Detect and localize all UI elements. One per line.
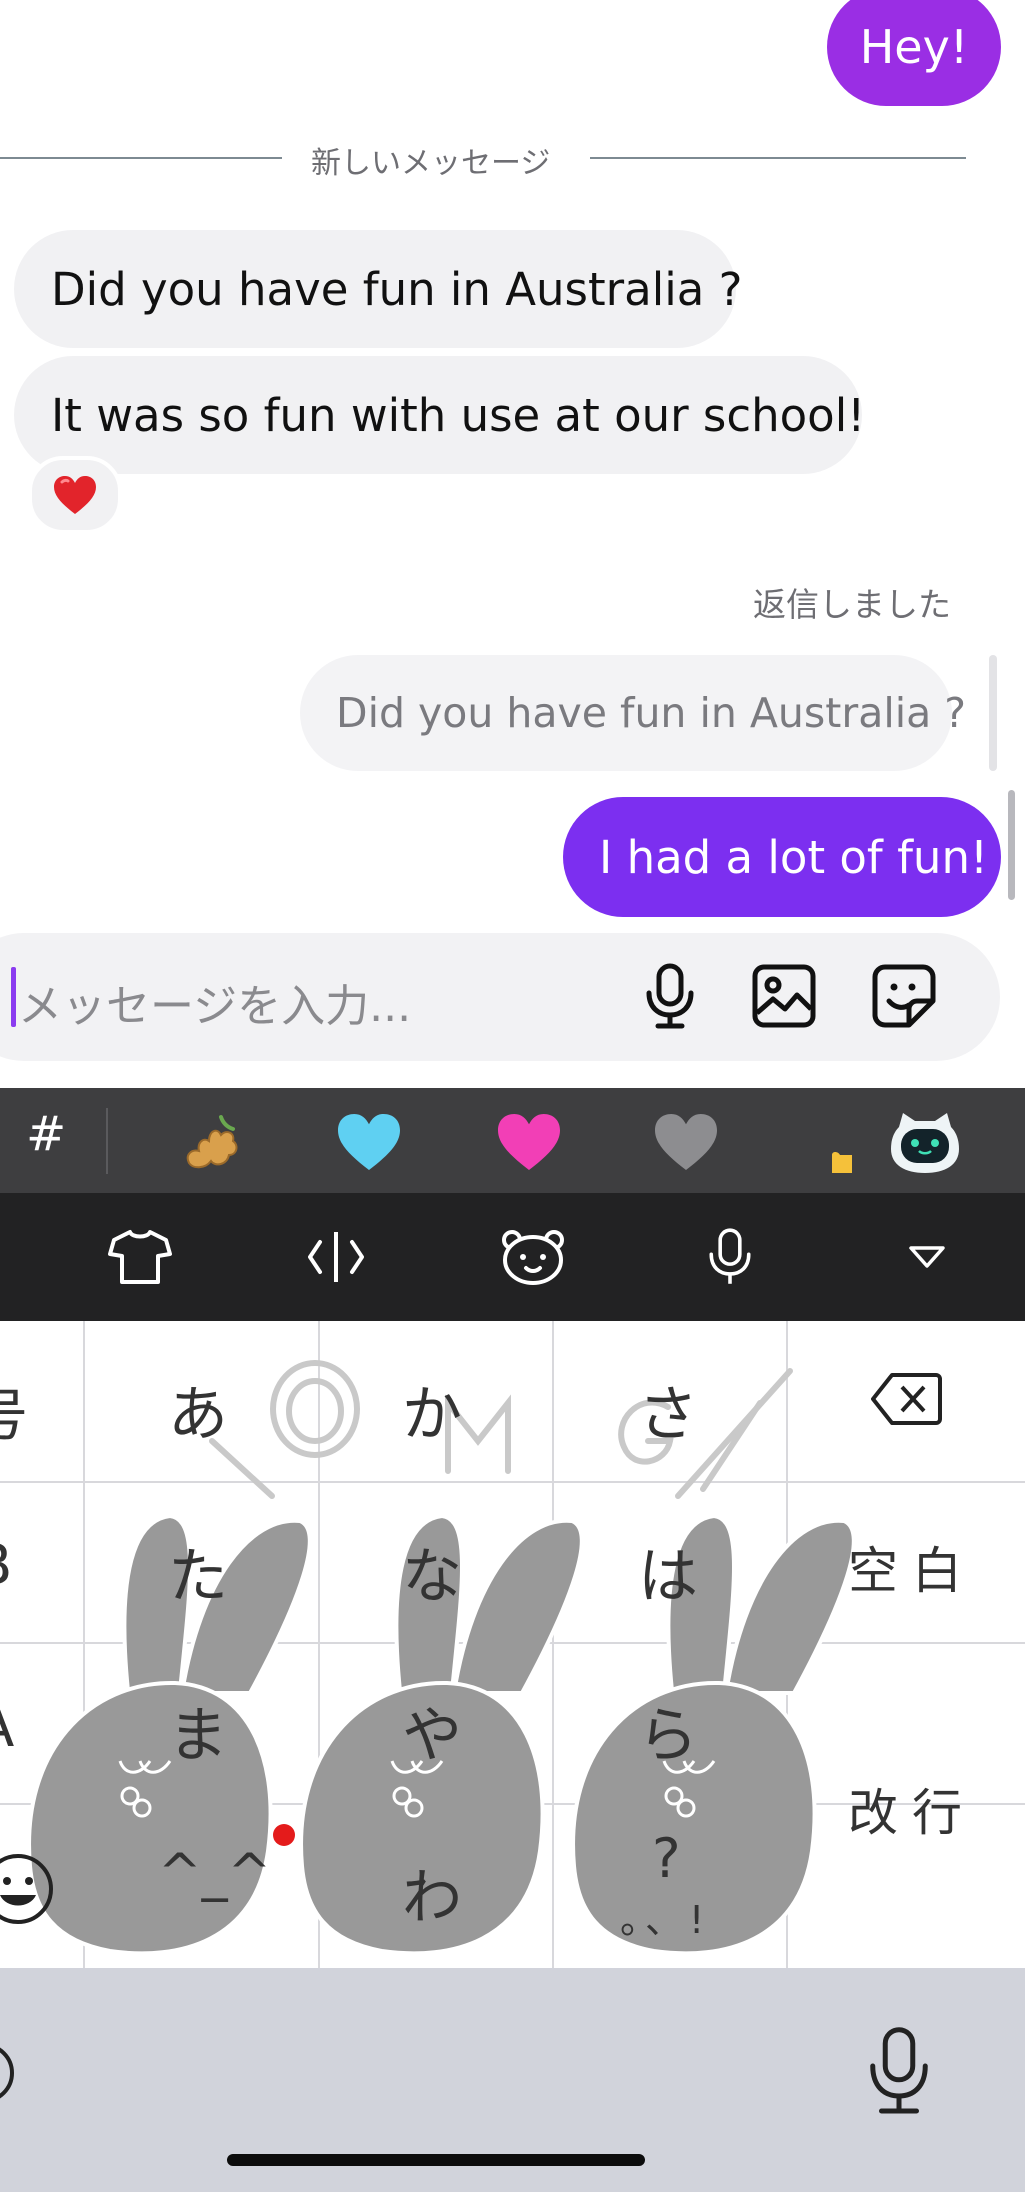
divider-line-left xyxy=(0,157,282,159)
key-ma[interactable]: ま xyxy=(168,1687,228,1774)
image-icon[interactable] xyxy=(748,960,820,1032)
keyboard-toolbar xyxy=(0,1193,1025,1321)
message-input[interactable]: メッセージを入力... xyxy=(18,970,411,1034)
pink-heart-icon[interactable] xyxy=(489,1102,569,1182)
key-sa[interactable]: さ xyxy=(638,1366,698,1453)
key-kaomoji[interactable]: ^_^ xyxy=(158,1843,271,1903)
emoji-suggestion-bar: # xyxy=(0,1088,1025,1193)
key-symbols[interactable]: 号 xyxy=(0,1371,42,1452)
home-indicator[interactable] xyxy=(227,2154,645,2166)
ginger-emoji-icon[interactable] xyxy=(172,1102,252,1182)
divider-line-right xyxy=(590,157,966,159)
key-ha[interactable]: は xyxy=(638,1528,698,1615)
received-message-bubble[interactable]: It was so fun with use at our school! xyxy=(14,356,866,474)
message-text: It was so fun with use at our school! xyxy=(51,388,866,442)
quoted-text: Did you have fun in Australia ? xyxy=(336,688,967,737)
new-messages-divider: 新しいメッセージ xyxy=(311,146,551,181)
message-text: Hey! xyxy=(859,20,969,74)
hashtag-button[interactable]: # xyxy=(26,1106,66,1162)
shirt-icon[interactable] xyxy=(104,1221,176,1293)
grey-heart-icon[interactable] xyxy=(646,1102,726,1182)
message-text: I had a lot of fun! xyxy=(599,830,989,884)
message-text: Did you have fun in Australia ? xyxy=(51,262,743,316)
key-ra[interactable]: ら xyxy=(638,1687,698,1774)
collapse-triangle-icon[interactable] xyxy=(891,1221,963,1293)
bear-face-icon[interactable] xyxy=(497,1221,569,1293)
text-caret xyxy=(11,967,16,1027)
enter-key[interactable]: 改行 xyxy=(848,1773,976,1845)
japanese-flick-keyboard: 号 B A あ か さ た な は ま や ら ^_^ わ ? 。、! 空白 改… xyxy=(0,1321,1025,1968)
key-a[interactable]: あ xyxy=(168,1366,228,1453)
key-ka[interactable]: か xyxy=(402,1366,462,1453)
key-ya[interactable]: や xyxy=(402,1687,462,1774)
key-ta[interactable]: た xyxy=(168,1528,228,1615)
raised-hand-icon[interactable] xyxy=(822,1102,862,1182)
delete-key[interactable] xyxy=(870,1371,942,1431)
reply-quote-bar xyxy=(989,655,997,771)
backspace-icon xyxy=(871,1373,942,1425)
sticker-icon[interactable] xyxy=(868,960,940,1032)
sent-message-bubble[interactable]: I had a lot of fun! xyxy=(563,797,1001,917)
cat-face-sticker-icon[interactable] xyxy=(885,1102,965,1182)
separator xyxy=(106,1108,108,1174)
emoji-keyboard-icon[interactable] xyxy=(0,1851,56,1931)
received-message-bubble[interactable]: Did you have fun in Australia ? xyxy=(14,230,742,348)
light-blue-heart-icon[interactable] xyxy=(329,1102,409,1182)
globe-icon[interactable] xyxy=(0,2040,18,2110)
space-key[interactable]: 空白 xyxy=(848,1531,976,1603)
punctuation-hint: 。、! xyxy=(620,1898,711,1942)
scrollbar-thumb[interactable] xyxy=(1008,790,1015,900)
reply-quote-bubble[interactable]: Did you have fun in Australia ? xyxy=(300,655,966,771)
microphone-icon[interactable] xyxy=(634,960,706,1032)
microphone-icon[interactable] xyxy=(694,1221,766,1293)
sent-message-bubble[interactable]: Hey! xyxy=(827,0,1001,106)
key-wa[interactable]: わ xyxy=(402,1849,462,1936)
key-abc[interactable]: B xyxy=(0,1533,26,1598)
dictation-microphone-icon[interactable] xyxy=(864,2026,934,2120)
cursor-icon[interactable] xyxy=(300,1221,372,1293)
replied-label: 返信しました xyxy=(753,585,951,624)
heart-icon xyxy=(54,476,96,514)
key-alpha[interactable]: A xyxy=(0,1695,28,1760)
heart-reaction[interactable] xyxy=(28,456,122,534)
key-punctuation[interactable]: ? xyxy=(652,1827,681,1890)
key-na[interactable]: な xyxy=(402,1528,462,1615)
